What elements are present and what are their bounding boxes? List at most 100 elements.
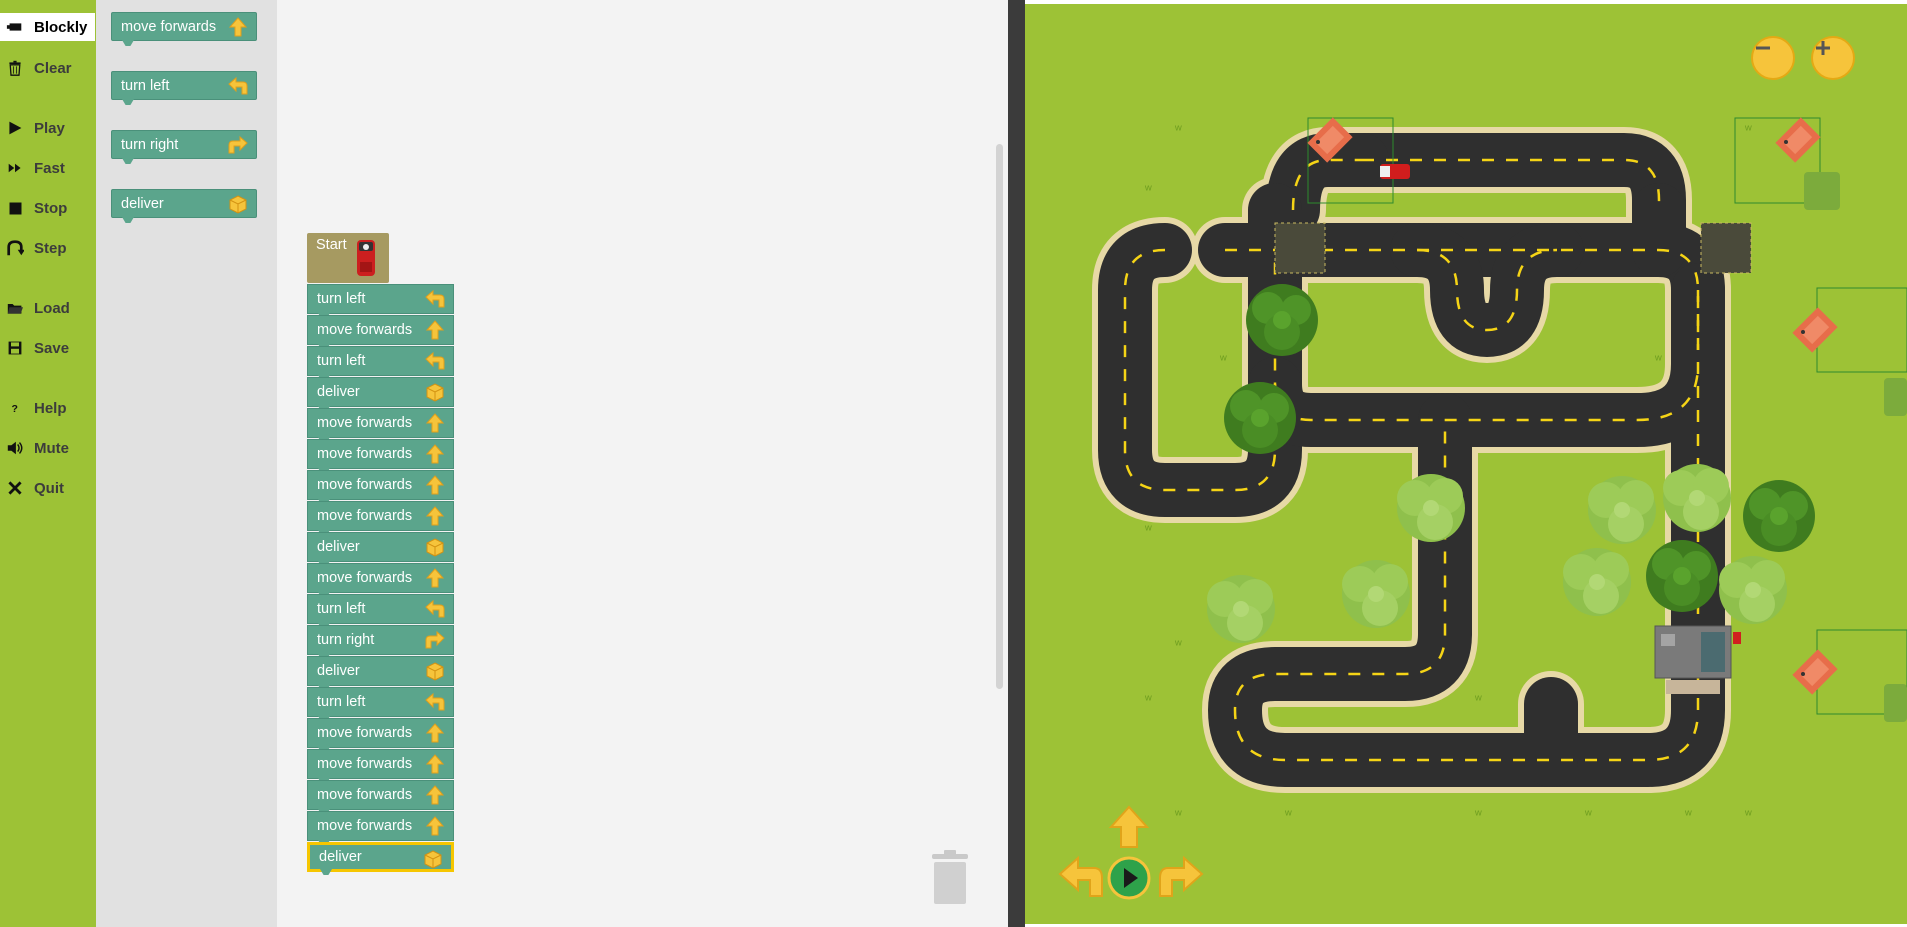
program-block-move-forwards[interactable]: move forwards (307, 501, 454, 531)
sidebar-quit-button[interactable]: Quit (0, 473, 96, 503)
trash-can-icon[interactable] (930, 850, 970, 906)
program-block-move-forwards[interactable]: move forwards (307, 439, 454, 469)
program-block-deliver[interactable]: deliver (307, 532, 454, 562)
block-label: move forwards (317, 818, 413, 834)
program-block-turn-left[interactable]: turn left (307, 284, 454, 314)
workspace-scrollbar[interactable] (996, 144, 1003, 689)
forward-arrow-icon[interactable] (1107, 805, 1151, 849)
program-block-move-forwards[interactable]: move forwards (307, 315, 454, 345)
delivery-van (1380, 164, 1410, 179)
block-label: move forwards (121, 18, 217, 35)
block-label: move forwards (317, 446, 413, 462)
toolbox-block-move-forwards[interactable]: move forwards (111, 12, 257, 41)
toolbox-block-turn-left[interactable]: turn left (111, 71, 257, 100)
sidebar-play-button[interactable]: Play (0, 113, 96, 143)
program-block-deliver[interactable]: deliver (307, 377, 454, 407)
block-label: deliver (317, 539, 360, 555)
program-block-deliver[interactable]: deliver (307, 656, 454, 686)
program-block-move-forwards[interactable]: move forwards (307, 563, 454, 593)
block-label: turn left (317, 694, 366, 710)
stop-icon (4, 198, 26, 218)
panel-divider[interactable] (1008, 0, 1025, 927)
turn-left-icon (425, 599, 445, 619)
sidebar-clear-button[interactable]: Clear (0, 53, 96, 83)
app-window: Blockly Clear Play Fast Stop Step Load Save ? Hel… (0, 0, 1907, 927)
block-label: deliver (121, 195, 164, 212)
block-label: move forwards (317, 756, 413, 772)
sidebar-button-label: Clear (34, 59, 72, 77)
block-label: move forwards (317, 508, 413, 524)
program-block-move-forwards[interactable]: move forwards (307, 811, 454, 841)
turn-left-icon (425, 692, 445, 712)
turn-left-arrow-icon[interactable] (1058, 856, 1104, 898)
sidebar-help-button[interactable]: ? Help (0, 393, 96, 423)
box-icon (425, 382, 445, 402)
program-block-move-forwards[interactable]: move forwards (307, 749, 454, 779)
arrow-up-icon (425, 723, 445, 743)
zoom-out-button[interactable] (1751, 36, 1795, 80)
program-block-turn-left[interactable]: turn left (307, 346, 454, 376)
program-block-move-forwards[interactable]: move forwards (307, 780, 454, 810)
svg-text:ʷ: ʷ (1474, 806, 1482, 822)
sidebar-fast-button[interactable]: Fast (0, 153, 96, 183)
block-label: move forwards (317, 725, 413, 741)
arrow-up-icon (425, 816, 445, 836)
svg-text:ʷ: ʷ (1584, 806, 1592, 822)
box-icon (425, 537, 445, 557)
svg-text:ʷ: ʷ (1474, 691, 1482, 707)
arrow-up-icon (425, 475, 445, 495)
block-toolbox: move forwards turn left turn right deliver (96, 0, 277, 927)
svg-text:ʷ: ʷ (1744, 121, 1752, 137)
block-label: turn right (121, 136, 179, 153)
zoom-in-button[interactable] (1811, 36, 1855, 80)
turn-left-icon (425, 289, 445, 309)
go-play-icon[interactable] (1107, 856, 1151, 900)
program-block-move-forwards[interactable]: move forwards (307, 408, 454, 438)
speaker-icon (4, 438, 26, 458)
sidebar-button-label: Play (34, 119, 65, 137)
svg-text:ʷ: ʷ (1144, 691, 1152, 707)
program-block-turn-left[interactable]: turn left (307, 594, 454, 624)
turn-right-arrow-icon[interactable] (1158, 856, 1204, 898)
svg-text:?: ? (12, 403, 18, 415)
sidebar-button-label: Load (34, 299, 70, 317)
help-icon: ? (4, 398, 26, 418)
arrow-up-icon (425, 320, 445, 340)
turn-left-icon (228, 76, 248, 96)
program-block-move-forwards[interactable]: move forwards (307, 718, 454, 748)
block-label: turn left (317, 601, 366, 617)
block-label: turn left (121, 77, 170, 94)
toolbox-block-deliver[interactable]: deliver (111, 189, 257, 218)
step-icon (4, 238, 26, 258)
program-block-move-forwards[interactable]: move forwards (307, 470, 454, 500)
block-label: move forwards (317, 322, 413, 338)
toolbox-block-turn-right[interactable]: turn right (111, 130, 257, 159)
minus-icon (1756, 46, 1770, 50)
sidebar-mute-button[interactable]: Mute (0, 433, 96, 463)
sidebar-button-label: Stop (34, 199, 68, 217)
game-map: ʷ ʷ ʷ ʷ ʷ ʷ ʷ ʷ ʷ ʷ ʷ ʷ ʷ ʷ ʷ ʷ ʷ (1025, 4, 1907, 924)
trash-icon (4, 58, 26, 78)
start-block[interactable]: Start (307, 233, 389, 283)
svg-text:ʷ: ʷ (1654, 351, 1662, 367)
program-block-turn-left[interactable]: turn left (307, 687, 454, 717)
start-block-label: Start (316, 237, 347, 253)
sidebar-blockly-button[interactable]: Blockly (0, 13, 95, 41)
red-van-icon (357, 240, 375, 276)
svg-text:ʷ: ʷ (1684, 806, 1692, 822)
box-icon (425, 661, 445, 681)
sidebar-stop-button[interactable]: Stop (0, 193, 96, 223)
block-label: deliver (319, 849, 362, 865)
block-label: turn left (317, 353, 366, 369)
sidebar-button-label: Blockly (34, 18, 88, 36)
block-label: move forwards (317, 570, 413, 586)
sidebar-load-button[interactable]: Load (0, 293, 96, 323)
sidebar: Blockly Clear Play Fast Stop Step Load Save ? Hel… (0, 0, 96, 927)
sidebar-step-button[interactable]: Step (0, 233, 96, 263)
program-block-deliver[interactable]: deliver (307, 842, 454, 872)
svg-text:ʷ: ʷ (1174, 806, 1182, 822)
arrow-up-icon (425, 754, 445, 774)
arrow-up-icon (228, 17, 248, 37)
sidebar-save-button[interactable]: Save (0, 333, 96, 363)
program-block-turn-right[interactable]: turn right (307, 625, 454, 655)
